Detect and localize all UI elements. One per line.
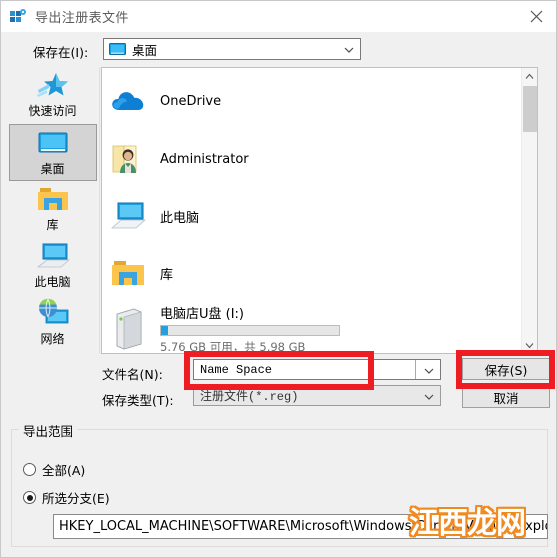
scrollbar-thumb[interactable] <box>523 86 537 132</box>
radio-export-all[interactable]: 全部(A) <box>23 460 85 479</box>
drive-name: 电脑店U盘 (I:) <box>160 307 245 322</box>
export-range-title: 导出范围 <box>19 421 78 440</box>
radio-icon-selected[interactable] <box>23 491 36 504</box>
library-folder-icon <box>36 184 70 215</box>
save-in-value: 桌面 <box>132 42 158 58</box>
onedrive-cloud-icon <box>110 84 146 118</box>
filetype-label: 保存类型(T): <box>102 393 174 408</box>
save-in-row: 保存在(I): 桌面 <box>1 32 556 90</box>
list-item[interactable]: OneDrive <box>110 78 221 124</box>
sidebar-item-quick-access[interactable]: 快速访问 <box>9 67 97 124</box>
list-item-label: Administrator <box>160 151 249 167</box>
branch-path-value: HKEY_LOCAL_MACHINE\SOFTWARE\Microsoft\Wi… <box>59 519 548 534</box>
sidebar-item-network[interactable]: 网络 <box>9 295 97 352</box>
drive-usage-bar <box>160 325 340 336</box>
title-bar: 导出注册表文件 <box>1 1 556 32</box>
file-list-scrollbar[interactable] <box>521 68 537 353</box>
network-globe-icon <box>36 298 70 329</box>
filetype-value: 注册文件(*.reg) <box>200 390 299 404</box>
sidebar-item-label: 此电脑 <box>34 275 71 289</box>
save-in-dropdown[interactable]: 桌面 <box>103 38 361 60</box>
window-title: 导出注册表文件 <box>35 10 129 25</box>
places-bar: 快速访问 桌面 库 此电脑 网络 <box>6 67 100 354</box>
filename-input[interactable] <box>194 360 416 379</box>
sidebar-item-label: 桌面 <box>40 162 65 176</box>
this-pc-icon <box>110 199 147 233</box>
list-item[interactable]: 库 <box>110 250 173 296</box>
close-icon[interactable] <box>514 1 556 32</box>
sidebar-item-label: 库 <box>46 218 59 232</box>
desktop-monitor-icon <box>36 128 70 159</box>
list-item-label: OneDrive <box>160 93 222 109</box>
registry-editor-icon <box>9 8 27 26</box>
save-button[interactable]: 保存(S) <box>462 358 550 380</box>
drive-capacity-text: 5.76 GB 可用，共 5.98 GB <box>160 340 306 354</box>
removable-drive-icon <box>110 306 146 350</box>
list-item[interactable]: Administrator <box>110 136 249 182</box>
user-folder-icon <box>110 142 146 176</box>
filename-combobox[interactable] <box>193 359 441 380</box>
quick-access-star-icon <box>36 70 70 101</box>
file-list[interactable]: OneDrive Administrator 此电脑 库 电脑店U盘 (I:) … <box>101 67 538 354</box>
scroll-down-icon[interactable] <box>522 337 537 353</box>
chevron-down-icon[interactable] <box>424 365 434 375</box>
list-item-drive[interactable]: 电脑店U盘 (I:) 5.76 GB 可用，共 5.98 GB <box>110 302 340 354</box>
library-folder-icon <box>110 256 146 290</box>
filename-label: 文件名(N): <box>102 367 163 382</box>
chevron-down-icon[interactable] <box>344 44 354 54</box>
radio-label: 全部(A) <box>42 463 86 478</box>
branch-path-field[interactable]: HKEY_LOCAL_MACHINE\SOFTWARE\Microsoft\Wi… <box>53 514 548 539</box>
monitor-icon <box>109 42 126 56</box>
list-item-label: 此电脑 <box>160 210 200 226</box>
this-pc-icon <box>36 241 70 272</box>
sidebar-item-label: 网络 <box>40 332 65 346</box>
radio-export-selected-branch[interactable]: 所选分支(E) <box>23 488 110 507</box>
sidebar-item-library[interactable]: 库 <box>9 181 97 238</box>
sidebar-item-desktop[interactable]: 桌面 <box>8 124 97 181</box>
sidebar-item-label: 快速访问 <box>28 104 77 118</box>
save-in-label: 保存在(I): <box>33 45 89 60</box>
radio-label: 所选分支(E) <box>42 491 110 506</box>
scroll-up-icon[interactable] <box>522 68 537 84</box>
export-registry-dialog: 导出注册表文件 保存在(I): 桌面 快速访问 桌面 库 此电脑 网络 OneD… <box>0 0 557 558</box>
radio-icon[interactable] <box>23 463 36 476</box>
list-item-label: 库 <box>160 267 174 283</box>
filetype-dropdown[interactable]: 注册文件(*.reg) <box>193 385 441 406</box>
cancel-button[interactable]: 取消 <box>462 386 550 408</box>
list-item[interactable]: 此电脑 <box>110 193 199 239</box>
chevron-down-icon[interactable] <box>424 391 434 401</box>
sidebar-item-this-pc[interactable]: 此电脑 <box>9 238 97 295</box>
